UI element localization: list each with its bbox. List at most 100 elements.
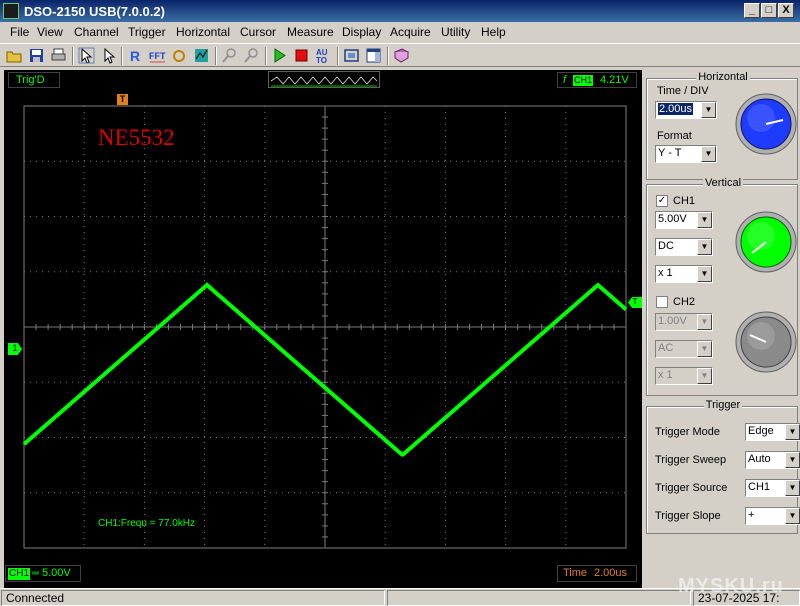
pointer-select-icon[interactable] bbox=[78, 47, 95, 64]
menu-bar: File View Channel Trigger Horizontal Cur… bbox=[0, 22, 800, 42]
time-value: 2.00us bbox=[594, 567, 628, 579]
trigger-source-label: Trigger Source bbox=[655, 482, 728, 494]
chevron-down-icon: ▼ bbox=[701, 102, 716, 118]
ch1-scale-value: 5.00V bbox=[42, 567, 71, 579]
timebase-box: Time 2.00us bbox=[557, 565, 637, 582]
title-bar: DSO-2150 USB(7.0.0.2) _ □ X bbox=[0, 0, 800, 22]
trigger-title: Trigger bbox=[703, 399, 743, 411]
horizontal-title: Horizontal bbox=[696, 71, 750, 83]
chevron-down-icon: ▼ bbox=[697, 368, 712, 384]
chevron-down-icon: ▼ bbox=[697, 314, 712, 330]
toolbar-separator bbox=[265, 47, 267, 65]
menu-channel[interactable]: Channel bbox=[74, 25, 119, 39]
ch1-volts-knob[interactable] bbox=[735, 211, 797, 273]
open-icon[interactable] bbox=[6, 47, 23, 64]
ch1-coupling-select[interactable]: DC ▼ bbox=[655, 238, 713, 256]
trigger-sweep-label: Trigger Sweep bbox=[655, 454, 727, 466]
connection-status: Connected bbox=[1, 590, 385, 606]
chevron-down-icon: ▼ bbox=[785, 508, 800, 524]
menu-trigger[interactable]: Trigger bbox=[128, 25, 166, 39]
overlay-label: NE5532 bbox=[98, 125, 175, 150]
layout-icon[interactable] bbox=[365, 47, 382, 64]
ch2-label: CH2 bbox=[673, 296, 696, 308]
menu-horizontal[interactable]: Horizontal bbox=[176, 25, 230, 39]
ch1-scale-channel: CH1 bbox=[8, 568, 31, 580]
app-icon bbox=[3, 3, 19, 19]
menu-help[interactable]: Help bbox=[481, 25, 506, 39]
format-label: Format bbox=[657, 130, 692, 142]
scope-display[interactable]: Trig'D f CH1 4.21V T 1 T NE5532 CH1:Freq… bbox=[4, 70, 642, 588]
vertical-group: Vertical ✓ CH1 5.00V ▼ DC ▼ x 1 ▼ CH2 1.… bbox=[646, 177, 798, 396]
horizontal-group: Horizontal Time / DIV 2.00us ▼ Format Y … bbox=[646, 71, 798, 180]
format-select[interactable]: Y - T ▼ bbox=[655, 145, 717, 163]
menu-measure[interactable]: Measure bbox=[287, 25, 334, 39]
svg-text:R: R bbox=[130, 48, 140, 64]
ch2-volts-select[interactable]: 1.00V ▼ bbox=[655, 313, 713, 331]
run-icon[interactable] bbox=[271, 47, 288, 64]
time-div-label: Time / DIV bbox=[657, 85, 709, 97]
trigger-group: Trigger Trigger Mode Edge ▼ Trigger Swee… bbox=[646, 399, 800, 534]
chevron-down-icon: ▼ bbox=[697, 239, 712, 255]
vertical-title: Vertical bbox=[702, 177, 744, 189]
help-book-icon[interactable] bbox=[393, 47, 410, 64]
chevron-down-icon: ▼ bbox=[785, 480, 800, 496]
print-icon[interactable] bbox=[50, 47, 67, 64]
menu-file[interactable]: File bbox=[10, 25, 29, 39]
persist-icon[interactable] bbox=[193, 47, 210, 64]
ch2-coupling-select[interactable]: AC ▼ bbox=[655, 340, 713, 358]
ch1-label: CH1 bbox=[673, 195, 696, 207]
minimize-button[interactable]: _ bbox=[744, 3, 760, 18]
toolbar-separator bbox=[121, 47, 123, 65]
window-title: DSO-2150 USB(7.0.0.2) bbox=[24, 4, 165, 19]
time-div-select[interactable]: 2.00us ▼ bbox=[655, 101, 717, 119]
time-label: Time bbox=[563, 567, 588, 579]
horizontal-knob[interactable] bbox=[735, 93, 797, 155]
status-spacer bbox=[387, 590, 691, 606]
trigger-mode-select[interactable]: Edge ▼ bbox=[745, 423, 800, 441]
chevron-down-icon: ▼ bbox=[785, 424, 800, 440]
control-panel: Horizontal Time / DIV 2.00us ▼ Format Y … bbox=[646, 70, 800, 588]
menu-view[interactable]: View bbox=[37, 25, 63, 39]
menu-utility[interactable]: Utility bbox=[441, 25, 470, 39]
cursor-icon[interactable] bbox=[100, 47, 117, 64]
chevron-down-icon: ▼ bbox=[701, 146, 716, 162]
ch1-enable-checkbox[interactable]: ✓ bbox=[656, 195, 668, 207]
menu-display[interactable]: Display bbox=[342, 25, 381, 39]
chevron-down-icon: ▼ bbox=[697, 341, 712, 357]
zoom-in-icon[interactable] bbox=[221, 47, 238, 64]
ch2-probe-select[interactable]: x 1 ▼ bbox=[655, 367, 713, 385]
auto-icon[interactable]: AU TO bbox=[315, 47, 332, 64]
zoom-out-icon[interactable] bbox=[243, 47, 260, 64]
toolbar-separator bbox=[337, 47, 339, 65]
menu-cursor[interactable]: Cursor bbox=[240, 25, 276, 39]
toolbar: R FFT AU TO bbox=[0, 43, 800, 67]
fft-icon[interactable]: FFT bbox=[149, 47, 166, 64]
stop-icon[interactable] bbox=[293, 47, 310, 64]
chevron-down-icon: ▼ bbox=[697, 266, 712, 282]
close-button[interactable]: X bbox=[778, 3, 794, 18]
watermark: MYSKU.ru bbox=[678, 575, 784, 597]
toolbar-separator bbox=[72, 47, 74, 65]
trigger-slope-label: Trigger Slope bbox=[655, 510, 721, 522]
toolbar-separator bbox=[215, 47, 217, 65]
ch1-scale-box: CH1 ═ 5.00V bbox=[5, 565, 81, 582]
restore-button[interactable]: □ bbox=[761, 3, 777, 18]
menu-acquire[interactable]: Acquire bbox=[390, 25, 431, 39]
ch2-volts-knob[interactable] bbox=[735, 311, 797, 373]
chevron-down-icon: ▼ bbox=[697, 212, 712, 228]
trigger-sweep-select[interactable]: Auto ▼ bbox=[745, 451, 800, 469]
ch1-volts-select[interactable]: 5.00V ▼ bbox=[655, 211, 713, 229]
trigger-source-select[interactable]: CH1 ▼ bbox=[745, 479, 800, 497]
reference-icon[interactable]: R bbox=[127, 47, 144, 64]
ch1-probe-select[interactable]: x 1 ▼ bbox=[655, 265, 713, 283]
trigger-slope-select[interactable]: + ▼ bbox=[745, 507, 800, 525]
toolbar-separator bbox=[387, 47, 389, 65]
svg-text:TO: TO bbox=[316, 56, 327, 64]
math-icon[interactable] bbox=[171, 47, 188, 64]
measurement-readout: CH1:Frequ = 77.0kHz bbox=[98, 518, 195, 529]
svg-text:FFT: FFT bbox=[149, 51, 166, 61]
screenshot-icon[interactable] bbox=[343, 47, 360, 64]
ch2-enable-checkbox[interactable] bbox=[656, 296, 668, 308]
save-icon[interactable] bbox=[28, 47, 45, 64]
trigger-mode-label: Trigger Mode bbox=[655, 426, 721, 438]
